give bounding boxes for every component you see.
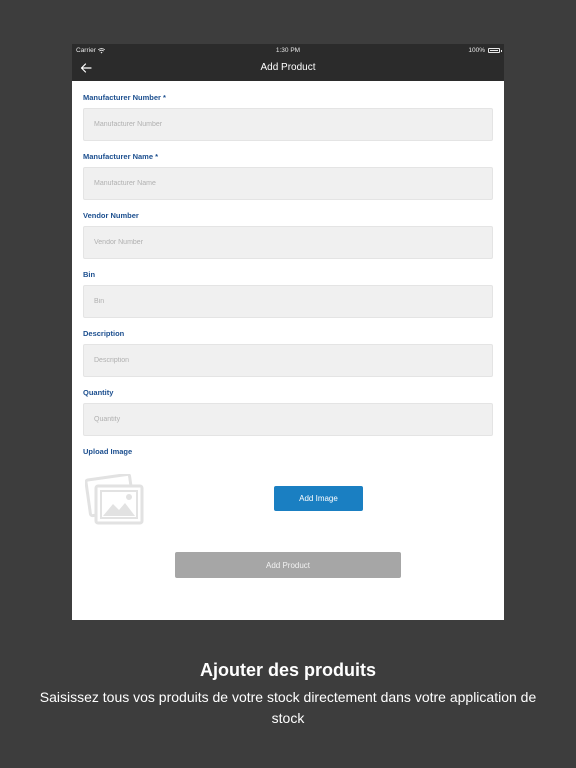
manufacturer-number-input[interactable] [83, 108, 493, 141]
add-product-button[interactable]: Add Product [175, 552, 401, 578]
description-input[interactable] [83, 344, 493, 377]
quantity-label: Quantity [83, 388, 114, 397]
add-product-form: Manufacturer Number * Manufacturer Name … [72, 93, 504, 536]
upload-image-row: Add Image [83, 456, 493, 536]
quantity-input[interactable] [83, 403, 493, 436]
upload-image-label: Upload Image [83, 447, 133, 456]
manufacturer-number-label: Manufacturer Number * [83, 93, 166, 102]
nav-bar: Add Product [72, 56, 504, 81]
add-image-button[interactable]: Add Image [274, 486, 363, 511]
description-label: Description [83, 329, 125, 338]
battery-percent: 100% [468, 47, 485, 54]
caption-text: Saisissez tous vos produits de votre sto… [39, 689, 537, 726]
status-time: 1:30 PM [275, 47, 301, 54]
vendor-number-label: Vendor Number [83, 211, 139, 220]
manufacturer-name-label: Manufacturer Name * [83, 152, 159, 161]
bin-label: Bin [83, 270, 96, 279]
bin-input[interactable] [83, 285, 493, 318]
page-title: Add Product [260, 62, 316, 73]
battery-icon [488, 48, 502, 53]
image-placeholder-icon [85, 474, 144, 525]
caption-title: Ajouter des produits [199, 660, 376, 680]
status-bar: Carrier 1:30 PM 100% [72, 44, 504, 56]
battery-indicator: 100% [468, 47, 502, 54]
vendor-number-input[interactable] [83, 226, 493, 259]
manufacturer-name-input[interactable] [83, 167, 493, 200]
app-screen: Carrier 1:30 PM 100% Add Product Manufac… [72, 44, 504, 620]
